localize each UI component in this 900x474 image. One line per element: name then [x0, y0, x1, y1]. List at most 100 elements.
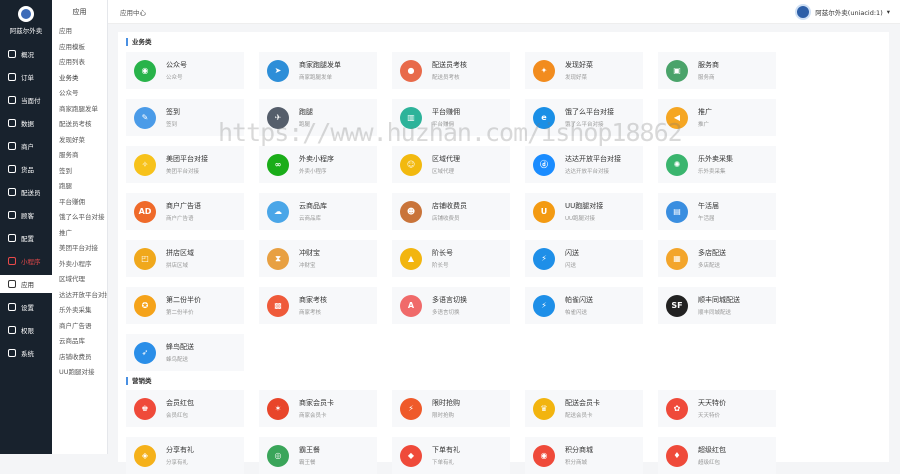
sub-nav-item[interactable]: 应用模板: [52, 40, 107, 56]
nav-item-pay[interactable]: 当面付: [0, 91, 52, 109]
app-card[interactable]: ♦ 超级红包 超级红包: [658, 437, 776, 474]
app-card[interactable]: ✿ 天天特价 天天特价: [658, 390, 776, 427]
app-card[interactable]: U UU跑腿对接 UU跑腿对接: [525, 193, 643, 230]
nav-item-goods[interactable]: 货品: [0, 160, 52, 178]
nav-item-miniapp[interactable]: 小程序: [0, 252, 52, 270]
sub-nav-item[interactable]: 签到: [52, 164, 107, 180]
app-card[interactable]: ➶ 蜂鸟配送 蜂鸟配送: [126, 334, 244, 371]
app-desc: 签到: [166, 122, 178, 128]
nav-item-permission[interactable]: 权限: [0, 321, 52, 339]
chevron-down-icon[interactable]: ▾: [887, 8, 890, 16]
app-card[interactable]: e 饿了么平台对接 饿了么平台对接: [525, 99, 643, 136]
app-card[interactable]: ♚ 会员红包 会员红包: [126, 390, 244, 427]
nav-item-apps[interactable]: 应用: [0, 275, 52, 293]
app-card[interactable]: ▣ 服务商 服务商: [658, 52, 776, 89]
sub-nav-item[interactable]: 平台赚佣: [52, 195, 107, 211]
app-card[interactable]: ✶ 商家会员卡 商家会员卡: [259, 390, 377, 427]
sub-nav-item[interactable]: 商家跑腿发单: [52, 102, 107, 118]
app-name: 配送员考核: [432, 61, 467, 69]
sub-nav-item[interactable]: 配送员考核: [52, 117, 107, 133]
sub-nav-item[interactable]: UU跑腿对接: [52, 365, 107, 381]
app-card[interactable]: ⧗ 冲财宝 冲财宝: [259, 240, 377, 277]
app-desc: 外卖小程序: [299, 169, 327, 175]
sub-nav-item[interactable]: 饿了么平台对接: [52, 210, 107, 226]
nav-item-overview[interactable]: 概况: [0, 45, 52, 63]
app-card[interactable]: ◆ 下单有礼 下单有礼: [392, 437, 510, 474]
app-desc: 配送会员卡: [565, 413, 593, 419]
sub-nav-item[interactable]: 区域代理: [52, 272, 107, 288]
brand[interactable]: 阿兹尔外卖: [0, 0, 52, 40]
app-card[interactable]: ∞ 外卖小程序 外卖小程序: [259, 146, 377, 183]
app-card[interactable]: ▩ 商家考核 商家考核: [259, 287, 377, 324]
app-card[interactable]: ▤ 午活届 午活届: [658, 193, 776, 230]
app-card[interactable]: ◎ 霸王餐 霸王餐: [259, 437, 377, 474]
app-card[interactable]: ◰ 拼店区域 拼店区域: [126, 240, 244, 277]
app-card[interactable]: ▲ 阶长号 阶长号: [392, 240, 510, 277]
sub-nav-item[interactable]: 云商品库: [52, 334, 107, 350]
sub-nav-item[interactable]: 美团平台对接: [52, 241, 107, 257]
app-card[interactable]: ✪ 第二份半价 第二份半价: [126, 287, 244, 324]
nav-item-data[interactable]: 数据: [0, 114, 52, 132]
sub-nav-item[interactable]: 外卖小程序: [52, 257, 107, 273]
nav-item-system[interactable]: 系统: [0, 344, 52, 362]
app-card[interactable]: ▥ 平台赚佣 平台赚佣: [392, 99, 510, 136]
user-name[interactable]: 阿兹尔外卖(uniacid:1): [815, 7, 882, 17]
app-card[interactable]: ◉ 公众号 公众号: [126, 52, 244, 89]
nav-item-customer[interactable]: 顾客: [0, 206, 52, 224]
sub-nav-item[interactable]: 乐外卖采集: [52, 303, 107, 319]
app-card-text: 饿了么平台对接 饿了么平台对接: [565, 107, 614, 128]
app-card-text: 美团平台对接 美团平台对接: [166, 154, 208, 175]
bolt-icon: ⚡: [533, 294, 555, 317]
app-card-text: 会员红包 会员红包: [166, 398, 194, 419]
app-card[interactable]: ✺ 乐外卖采集 乐外卖采集: [658, 146, 776, 183]
sub-nav-item[interactable]: 应用: [52, 24, 107, 40]
app-card[interactable]: ◀ 推广 推广: [658, 99, 776, 136]
sub-nav-item[interactable]: 服务商: [52, 148, 107, 164]
sub-nav-item[interactable]: 跑腿: [52, 179, 107, 195]
app-card[interactable]: ♛ 配送会员卡 配送会员卡: [525, 390, 643, 427]
app-card[interactable]: ➤ 商家跑腿发单 商家跑腿发单: [259, 52, 377, 89]
sub-nav-item[interactable]: 公众号: [52, 86, 107, 102]
app-card[interactable]: ✎ 签到 签到: [126, 99, 244, 136]
tag-icon: ✿: [666, 397, 688, 420]
sub-nav-item[interactable]: 达达开放平台对接: [52, 288, 107, 304]
app-card[interactable]: ⚡ 闪送 闪送: [525, 240, 643, 277]
app-card[interactable]: ◉ 积分商城 积分商城: [525, 437, 643, 474]
app-name: 冲财宝: [299, 249, 320, 257]
avatar[interactable]: [795, 3, 812, 20]
app-card[interactable]: ☺ 区域代理 区域代理: [392, 146, 510, 183]
nav-item-order[interactable]: 订单: [0, 68, 52, 86]
app-card[interactable]: ✧ 美团平台对接 美团平台对接: [126, 146, 244, 183]
miniprogram-icon: ∞: [267, 153, 289, 176]
nav-item-settings[interactable]: 设置: [0, 298, 52, 316]
app-card[interactable]: ▦ 多店配送 多店配送: [658, 240, 776, 277]
app-card[interactable]: AD 商户广告语 商户广告语: [126, 193, 244, 230]
app-card[interactable]: A 多语言切换 多语言切换: [392, 287, 510, 324]
app-name: 阶长号: [432, 249, 453, 257]
app-desc: 天天特价: [698, 413, 721, 419]
app-card[interactable]: ✦ 发现好菜 发现好菜: [525, 52, 643, 89]
app-card[interactable]: ⓓ 达达开放平台对接 达达开放平台对接: [525, 146, 643, 183]
app-card[interactable]: ☁ 云商品库 云商品库: [259, 193, 377, 230]
sub-nav-item[interactable]: 店铺收费员: [52, 350, 107, 366]
user-menu[interactable]: 阿兹尔外卖(uniacid:1) ▾: [795, 3, 890, 20]
app-card[interactable]: ⚡ 限时抢购 限时抢购: [392, 390, 510, 427]
app-card[interactable]: ◈ 分享有礼 分享有礼: [126, 437, 244, 474]
overview-icon: [8, 50, 16, 58]
sub-nav-item[interactable]: 发现好菜: [52, 133, 107, 149]
sub-nav-item[interactable]: 业务类: [52, 71, 107, 87]
app-desc: 第二份半价: [166, 310, 194, 316]
nav-item-rider[interactable]: 配送员: [0, 183, 52, 201]
top-bar: 应用中心 阿兹尔外卖(uniacid:1) ▾: [108, 0, 900, 24]
sub-nav-item[interactable]: 应用列表: [52, 55, 107, 71]
app-card[interactable]: ☻ 店铺收费员 店铺收费员: [392, 193, 510, 230]
app-card[interactable]: ⚡ 帕雀闪送 帕雀闪送: [525, 287, 643, 324]
sub-nav-item[interactable]: 推广: [52, 226, 107, 242]
app-card[interactable]: SF 顺丰同城配送 顺丰同城配送: [658, 287, 776, 324]
sub-nav-item[interactable]: 商户广告语: [52, 319, 107, 335]
nav-item-shop[interactable]: 商户: [0, 137, 52, 155]
nav-item-config[interactable]: 配置: [0, 229, 52, 247]
app-card[interactable]: ✈ 跑腿 跑腿: [259, 99, 377, 136]
app-card[interactable]: ● 配送员考核 配送员考核: [392, 52, 510, 89]
brand-title: 阿兹尔外卖: [9, 26, 43, 35]
